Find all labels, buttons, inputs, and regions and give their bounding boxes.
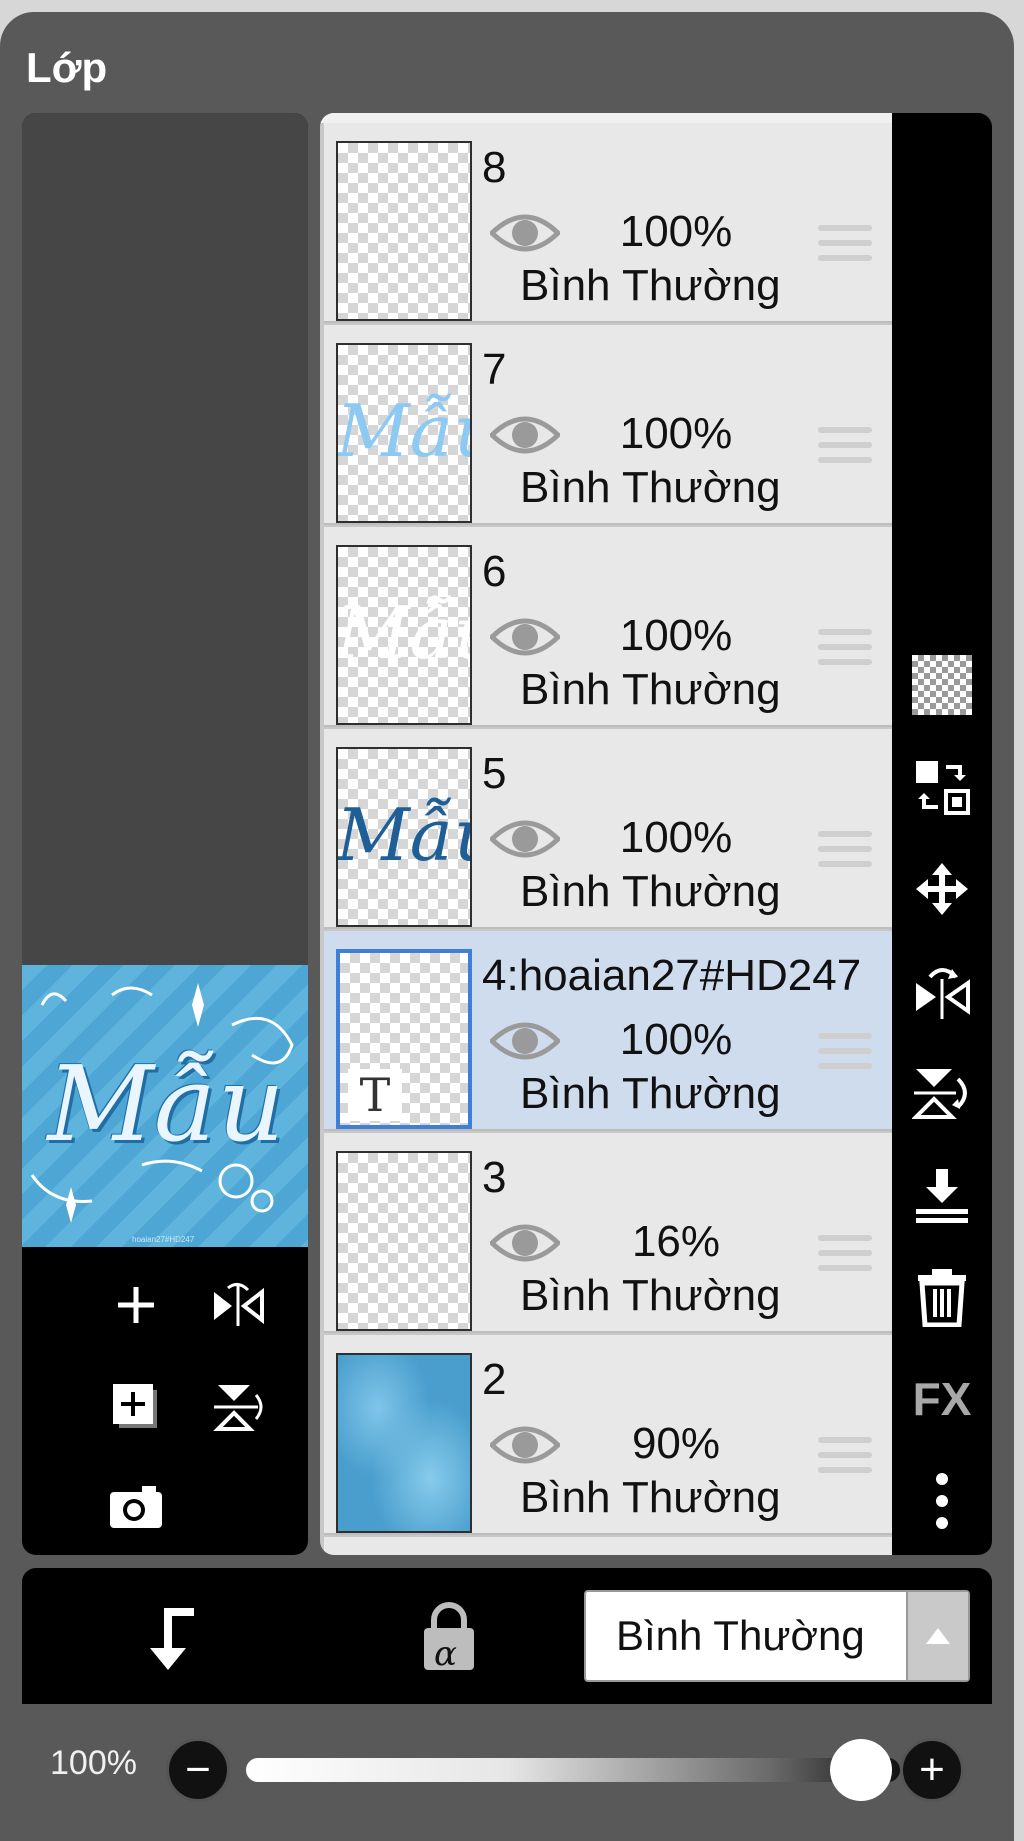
layer-blend-mode: Bình Thường (520, 463, 781, 512)
transparency-grid-icon[interactable] (906, 649, 978, 721)
add-icon[interactable] (104, 1273, 168, 1337)
layer-opacity: 100% (619, 813, 733, 862)
layer-thumbnail (336, 1353, 472, 1533)
left-empty-area (22, 113, 308, 965)
merge-down-icon[interactable] (906, 1159, 978, 1231)
camera-icon[interactable] (104, 1475, 168, 1539)
alpha-symbol: α (434, 1634, 457, 1674)
layer-thumbnail (336, 141, 472, 321)
layer-opacity: 100% (619, 1015, 733, 1064)
eye-icon[interactable] (490, 207, 560, 259)
dropdown-arrow-icon[interactable] (906, 1592, 968, 1680)
layer-row[interactable]: 2 90% Bình Thường (324, 1335, 892, 1535)
fx-icon[interactable]: FX (906, 1363, 978, 1435)
drag-handle-icon[interactable] (818, 1235, 872, 1279)
layer-opacity: 100% (619, 207, 733, 256)
eye-icon[interactable] (490, 1217, 560, 1269)
flip-horizontal-icon[interactable] (206, 1273, 270, 1337)
layer-opacity: 90% (631, 1419, 721, 1468)
layer-row[interactable]: Mẫu 7 100% Bình Thường (324, 325, 892, 525)
layer-name: 8 (482, 143, 507, 192)
opacity-control: 100% − + (22, 1704, 992, 1829)
blend-mode-select[interactable]: Bình Thường (584, 1590, 970, 1682)
flip-horizontal-icon[interactable] (906, 955, 978, 1027)
blend-mode-value: Bình Thường (616, 1612, 865, 1659)
add-layer-icon[interactable] (104, 1375, 168, 1439)
layer-opacity: 16% (631, 1217, 721, 1266)
layer-row[interactable]: 8 100% Bình Thường (324, 123, 892, 323)
preview-credit: hoaian27#HD247 (132, 1235, 195, 1244)
opacity-slider-track[interactable] (246, 1758, 900, 1782)
move-icon[interactable] (906, 853, 978, 925)
opacity-label: 100% (50, 1744, 137, 1782)
layer-blend-mode: Bình Thường (520, 1069, 781, 1118)
layer-thumbnail: Mẫu (336, 545, 472, 725)
drag-handle-icon[interactable] (818, 225, 872, 269)
eye-icon[interactable] (490, 1015, 560, 1067)
layer-row[interactable]: Mẫu 6 100% Bình Thường (324, 527, 892, 727)
list-top-edge (320, 113, 892, 123)
alpha-lock-icon[interactable]: α (414, 1602, 484, 1674)
layer-row[interactable]: Mẫu 5 100% Bình Thường (324, 729, 892, 929)
layer-opacity: 100% (619, 409, 733, 458)
layer-opacity: 100% (619, 611, 733, 660)
layer-blend-mode: Bình Thường (520, 665, 781, 714)
panel-title: Lớp (26, 44, 108, 91)
eye-icon[interactable] (490, 611, 560, 663)
drag-handle-icon[interactable] (818, 831, 872, 875)
layer-name: 2 (482, 1355, 507, 1404)
layer-name: 7 (482, 345, 507, 394)
preview-artwork-text: Mẫu (47, 1043, 285, 1165)
opacity-slider-thumb[interactable] (830, 1739, 892, 1801)
drag-handle-icon[interactable] (818, 427, 872, 471)
text-layer-badge: T (348, 1069, 402, 1121)
opacity-plus-button[interactable]: + (900, 1738, 964, 1802)
layer-blend-mode: Bình Thường (520, 1473, 781, 1522)
layer-blend-mode: Bình Thường (520, 867, 781, 916)
drag-handle-icon[interactable] (818, 1033, 872, 1077)
eye-icon[interactable] (490, 1419, 560, 1471)
layer-name: 6 (482, 547, 507, 596)
flip-vertical-icon[interactable] (906, 1057, 978, 1129)
layer-thumbnail: Mẫu (336, 747, 472, 927)
layer-thumbnail: T (336, 949, 472, 1129)
layer-list[interactable]: 8 100% Bình Thường Mẫu 7 100% Bình Thườn… (320, 113, 892, 1555)
clip-arrow-icon[interactable] (134, 1598, 210, 1674)
thumbnail-text: Mẫu (336, 389, 470, 473)
layer-blend-mode: Bình Thường (520, 1271, 781, 1320)
trash-icon[interactable] (906, 1261, 978, 1333)
layer-thumbnail: Mẫu (336, 343, 472, 523)
layer-name: 5 (482, 749, 507, 798)
layer-thumbnail (336, 1151, 472, 1331)
swap-layers-icon[interactable] (906, 751, 978, 823)
left-panel: Mẫu hoaian27#HD247 (22, 113, 308, 1555)
layer-blend-mode: Bình Thường (520, 261, 781, 310)
opacity-minus-button[interactable]: − (166, 1738, 230, 1802)
thumbnail-text: Mẫu (336, 793, 470, 877)
eye-icon[interactable] (490, 813, 560, 865)
drag-handle-icon[interactable] (818, 1437, 872, 1481)
layer-name: 3 (482, 1153, 507, 1202)
more-icon[interactable] (906, 1465, 978, 1537)
layer-name: 4:hoaian27#HD247 (482, 951, 862, 1000)
right-toolbar: FX (892, 113, 992, 1555)
drag-handle-icon[interactable] (818, 629, 872, 673)
flip-vertical-icon[interactable] (206, 1375, 270, 1439)
canvas-preview[interactable]: Mẫu hoaian27#HD247 (22, 965, 308, 1247)
layer-row-selected[interactable]: T 4:hoaian27#HD247 100% Bình Thường (324, 931, 892, 1131)
layer-row-partial[interactable] (324, 1537, 892, 1555)
eye-icon[interactable] (490, 409, 560, 461)
thumbnail-text: Mẫu (336, 591, 470, 675)
layer-row[interactable]: 3 16% Bình Thường (324, 1133, 892, 1333)
